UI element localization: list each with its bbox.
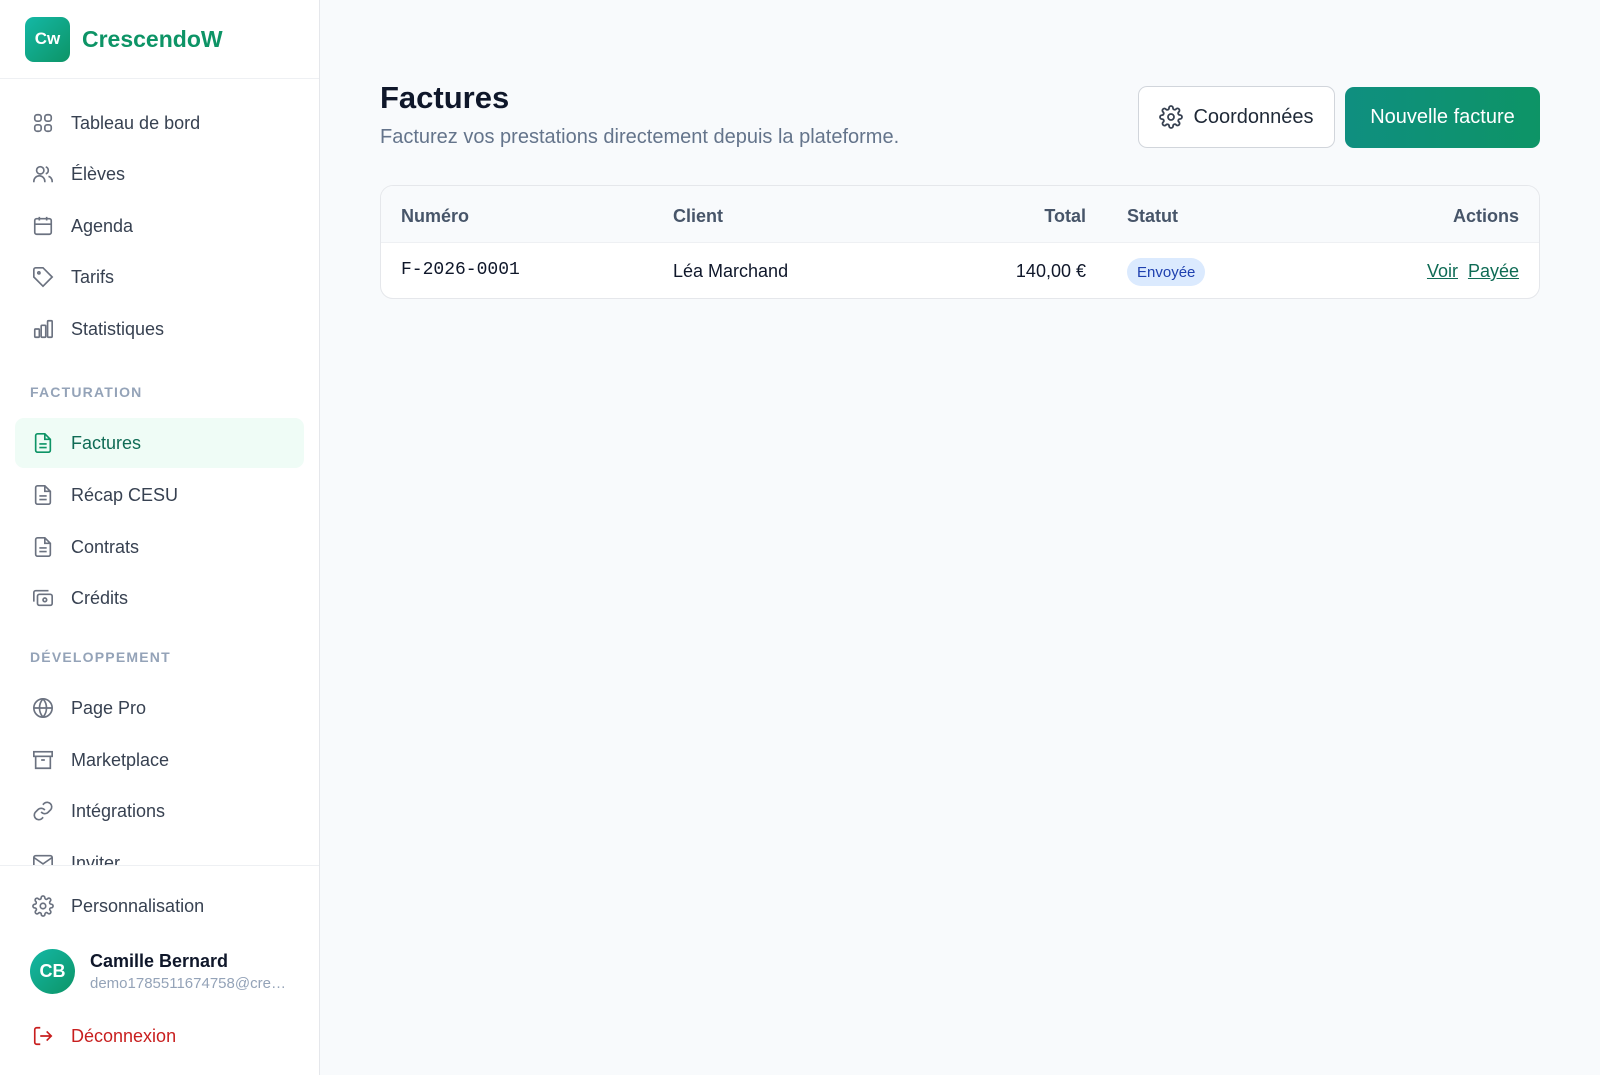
sidebar-item-label: Statistiques <box>71 318 165 339</box>
table-header: Numéro Client Total Statut Actions <box>381 186 1539 243</box>
brand-name: CrescendoW <box>82 25 223 52</box>
brand-logo: Cw <box>25 16 70 62</box>
sidebar-item-label: Élèves <box>71 163 126 184</box>
sidebar-item-personnalisation[interactable]: Personnalisation <box>15 881 304 931</box>
archive-icon <box>32 749 54 771</box>
column-header-actions: Actions <box>1452 206 1519 226</box>
sidebar-footer: Personnalisation CB Camille Bernard demo… <box>0 865 319 1075</box>
sidebar-item-label: Inviter <box>71 852 121 866</box>
sidebar-item-label: Factures <box>71 432 142 453</box>
coordonnees-label: Coordonnées <box>1193 105 1314 128</box>
invoice-total: 140,00 € <box>1015 261 1086 281</box>
main-content: Factures Facturez vos prestations direct… <box>320 0 1600 1075</box>
mark-paid-link[interactable]: Payée <box>1468 261 1519 282</box>
sidebar-item-page-pro[interactable]: Page Pro <box>15 683 304 733</box>
sidebar-item-contrats[interactable]: Contrats <box>15 522 304 572</box>
sidebar: Cw CrescendoW Tableau de bord Élèves Age… <box>0 0 320 1075</box>
column-header-numero[interactable]: Numéro <box>401 206 469 227</box>
coordonnees-button[interactable]: Coordonnées <box>1138 86 1335 148</box>
section-title-developpement: DÉVELOPPEMENT <box>30 649 171 665</box>
view-invoice-link[interactable]: Voir <box>1427 261 1458 282</box>
mail-icon <box>32 852 54 865</box>
sidebar-item-eleves[interactable]: Élèves <box>15 149 304 199</box>
link-icon <box>32 800 54 822</box>
new-invoice-button[interactable]: Nouvelle facture <box>1345 87 1540 148</box>
globe-icon <box>32 697 54 719</box>
brand[interactable]: Cw CrescendoW <box>0 0 319 79</box>
sidebar-item-label: Personnalisation <box>71 895 205 916</box>
user-email: demo1785511674758@crescendow.fr <box>90 975 287 992</box>
gear-icon <box>1159 105 1184 129</box>
sidebar-item-marketplace[interactable]: Marketplace <box>15 735 304 785</box>
avatar: CB <box>30 949 75 994</box>
sidebar-item-label: Tarifs <box>71 266 115 287</box>
sidebar-item-label: Page Pro <box>71 697 147 718</box>
user-card[interactable]: CB Camille Bernard demo1785511674758@cre… <box>30 949 287 994</box>
logout-button[interactable]: Déconnexion <box>15 1011 304 1061</box>
sidebar-item-label: Récap CESU <box>71 484 179 505</box>
sidebar-item-statistiques[interactable]: Statistiques <box>15 304 304 354</box>
bar-chart-icon <box>32 318 54 340</box>
sidebar-nav: Tableau de bord Élèves Agenda Tarifs Sta… <box>0 79 319 865</box>
sidebar-item-label: Agenda <box>71 215 134 236</box>
table-row: F-2026-0001 Léa Marchand 140,00 € Envoyé… <box>381 243 1539 298</box>
sidebar-item-label: Contrats <box>71 536 140 557</box>
sidebar-item-recap-cesu[interactable]: Récap CESU <box>15 470 304 520</box>
sidebar-item-label: Crédits <box>71 587 129 608</box>
sidebar-item-label: Tableau de bord <box>71 112 201 133</box>
tag-icon <box>32 266 54 288</box>
sidebar-item-tableau-de-bord[interactable]: Tableau de bord <box>15 98 304 148</box>
page-title: Factures <box>380 80 510 115</box>
column-header-statut[interactable]: Statut <box>1127 206 1178 227</box>
banknote-icon <box>32 587 54 609</box>
logout-icon <box>32 1025 54 1047</box>
page-subtitle: Facturez vos prestations directement dep… <box>380 126 900 148</box>
invoice-number: F-2026-0001 <box>401 260 520 280</box>
sidebar-item-factures[interactable]: Factures <box>15 418 304 468</box>
users-icon <box>32 163 54 185</box>
file-text-icon <box>32 536 54 558</box>
grid-icon <box>32 112 54 134</box>
file-text-icon <box>32 432 54 454</box>
sidebar-item-integrations[interactable]: Intégrations <box>15 786 304 836</box>
sidebar-item-label: Intégrations <box>71 800 166 821</box>
sidebar-item-inviter[interactable]: Inviter <box>15 838 304 865</box>
invoice-client: Léa Marchand <box>673 261 789 281</box>
sidebar-item-tarifs[interactable]: Tarifs <box>15 252 304 302</box>
sidebar-item-agenda[interactable]: Agenda <box>15 201 304 251</box>
column-header-total[interactable]: Total <box>1044 206 1086 227</box>
logout-label: Déconnexion <box>71 1025 177 1046</box>
gear-icon <box>32 895 54 917</box>
status-badge: Envoyée <box>1127 258 1206 286</box>
file-text-icon <box>32 484 54 506</box>
user-name: Camille Bernard <box>90 951 229 971</box>
section-title-facturation: FACTURATION <box>30 384 143 400</box>
invoices-table: Numéro Client Total Statut Actions F-202… <box>380 185 1540 299</box>
calendar-icon <box>32 215 54 237</box>
sidebar-item-label: Marketplace <box>71 749 170 770</box>
sidebar-item-credits[interactable]: Crédits <box>15 573 304 623</box>
column-header-client[interactable]: Client <box>673 206 723 227</box>
